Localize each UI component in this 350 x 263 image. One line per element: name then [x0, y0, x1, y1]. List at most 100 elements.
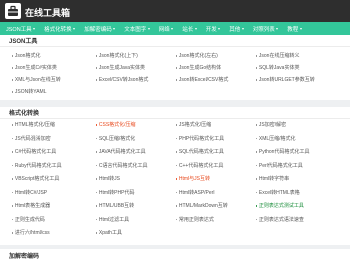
tool-link-label: Perl代码格式化工具 [258, 162, 303, 169]
tool-link[interactable]: JSON转YAML [12, 89, 46, 95]
bullet-icon [256, 218, 258, 221]
tool-link-label: Html转PHP代码 [98, 189, 135, 196]
nav-item[interactable]: 开发 [206, 25, 221, 33]
nav-item[interactable]: 加解密编码 [84, 25, 116, 33]
tool-link[interactable]: Html转C#/JSP [12, 190, 47, 196]
tool-link[interactable]: SQL压缩/格式化 [96, 136, 135, 142]
tool-link[interactable]: HTML格式化/压缩 [12, 122, 55, 128]
tool-link[interactable]: Html转JS [96, 176, 120, 182]
tool-link[interactable]: HTML/MarkDown互转 [176, 203, 228, 209]
nav-item[interactable]: 其他 [229, 25, 244, 33]
tool-link[interactable]: Json格式化(上下) [96, 53, 138, 59]
tool-link[interactable]: SQL代码格式化工具 [176, 149, 224, 155]
bullet-icon [12, 205, 14, 207]
bullet-icon [176, 205, 178, 207]
tool-link-label: Html过滤工具 [98, 216, 130, 223]
tool-link-label: Xpath工具 [98, 230, 122, 236]
tool-link-label: Excel/CSV转Json格式 [98, 77, 149, 83]
section-header: JSON工具 [0, 35, 350, 47]
tool-link-label: C#代码格式化工具 [14, 149, 57, 155]
tool-link[interactable]: HTML/UBB互转 [96, 203, 134, 209]
tool-link[interactable]: Json格式化(左右) [176, 53, 218, 59]
tool-link[interactable]: XML与Json在线互转 [12, 77, 61, 83]
tool-link-label: JS加密/解密 [258, 122, 287, 128]
tool-link[interactable]: Excel转HTML表格 [256, 190, 300, 196]
tool-link[interactable]: C#代码格式化工具 [12, 149, 56, 155]
section-title: JSON工具 [9, 39, 38, 45]
tool-link[interactable]: C++代码格式化工具 [176, 163, 223, 169]
section-encrypt-encode: 加解密编码 [0, 249, 350, 263]
tool-link[interactable]: Html过滤工具 [96, 217, 129, 223]
nav-item-label: 对照列表 [252, 26, 275, 33]
tool-link[interactable]: 正则表达式语法速查 [256, 217, 304, 223]
nav-item[interactable]: 网络 [159, 25, 174, 33]
tool-link[interactable]: PHP代码格式化工具 [176, 136, 224, 142]
bullet-icon [256, 191, 258, 194]
tool-link[interactable]: Json生成Go结构体 [176, 65, 221, 71]
tool-link[interactable]: Excel/CSV转Json格式 [96, 77, 148, 83]
nav-item-label: 教程 [287, 26, 299, 33]
tool-link[interactable]: Html表格生成器 [12, 203, 50, 209]
caret-down-icon [276, 27, 279, 30]
caret-down-icon [299, 27, 302, 30]
tool-link[interactable]: 常用正则表达式 [176, 217, 214, 223]
bullet-icon [12, 218, 14, 221]
toolbox-logo-icon[interactable] [5, 3, 21, 19]
nav-item-label: 开发 [205, 26, 217, 33]
tool-link[interactable]: Html转ASP/Perl [176, 190, 214, 196]
nav-item[interactable]: 站长 [182, 25, 197, 33]
tool-link[interactable]: CSS格式化/压缩 [96, 122, 136, 128]
tool-link-label: Json生成C#实体类 [14, 65, 57, 71]
tool-link[interactable]: Json生成Java实体类 [96, 65, 145, 71]
top-bar: 在线工具箱 [0, 0, 350, 22]
tool-link-label: JS代码混淆加密 [14, 135, 51, 142]
bullet-icon [12, 91, 14, 93]
tool-link-label: HTML格式化/压缩 [14, 122, 55, 128]
tool-link[interactable]: Json生成C#实体类 [12, 65, 57, 71]
nav-item-label: 网络 [158, 26, 170, 33]
tool-link[interactable]: C语言代码格式化工具 [96, 163, 148, 169]
nav-item-label: 其他 [229, 26, 241, 33]
tool-link-label: XML压缩/格式化 [258, 135, 296, 142]
nav-item[interactable]: 教程 [287, 25, 302, 33]
tool-link[interactable]: Json在线压缩转义 [256, 53, 299, 59]
tool-link[interactable]: 正则生成代码 [12, 217, 45, 223]
tool-link[interactable]: Json转URLGET参数互转 [256, 77, 315, 83]
bullet-icon [256, 55, 258, 57]
caret-down-icon [33, 27, 36, 30]
tool-link[interactable]: Html转PHP代码 [96, 190, 134, 196]
nav-item[interactable]: 对照列表 [253, 25, 279, 33]
section-header: 格式化转换 [0, 107, 350, 119]
tool-link[interactable]: XML压缩/格式化 [256, 136, 296, 142]
tool-link-label: Json转URLGET参数互转 [258, 77, 315, 83]
tool-link[interactable]: Json转Excel/CSV格式 [176, 77, 228, 83]
tool-link-label: 正则表达式语法速查 [258, 216, 304, 223]
tool-link[interactable]: VBScript格式化工具 [12, 176, 59, 182]
tool-link[interactable]: JS加密/解密 [256, 122, 286, 128]
tool-link[interactable]: JS格式化/压缩 [176, 122, 211, 128]
bullet-icon [96, 67, 98, 69]
caret-down-icon [147, 27, 150, 30]
tool-link[interactable]: Html与JS互转 [176, 176, 210, 182]
tool-link-label: 正则生成代码 [14, 216, 45, 223]
tool-link[interactable]: Ruby代码格式化工具 [12, 163, 62, 169]
tool-link[interactable]: SQL转Java实体类 [256, 65, 299, 71]
bullet-icon [12, 55, 14, 57]
tool-link[interactable]: 正则表达式测试工具 [256, 203, 304, 209]
tool-link[interactable]: Json格式化 [12, 53, 40, 59]
bullet-icon [12, 151, 14, 153]
caret-down-icon [73, 27, 76, 30]
tool-link[interactable]: Perl代码格式化工具 [256, 163, 303, 169]
tool-link[interactable]: Html转字符串 [256, 176, 289, 182]
section-title: 加解密编码 [9, 253, 40, 260]
tool-link[interactable]: JAVA代码格式化工具 [96, 149, 146, 155]
site-title[interactable]: 在线工具箱 [25, 6, 70, 19]
nav-item[interactable]: 文本图字 [124, 25, 150, 33]
tool-link[interactable]: 进行六/html/css [12, 230, 50, 236]
tool-link[interactable]: Xpath工具 [96, 230, 122, 236]
tool-link[interactable]: JS代码混淆加密 [12, 136, 51, 142]
nav-item[interactable]: JSON工具 [6, 25, 36, 33]
tool-link[interactable]: Python代码格式化工具 [256, 149, 309, 155]
nav-item[interactable]: 格式化转换 [44, 25, 76, 33]
caret-down-icon [218, 27, 221, 30]
